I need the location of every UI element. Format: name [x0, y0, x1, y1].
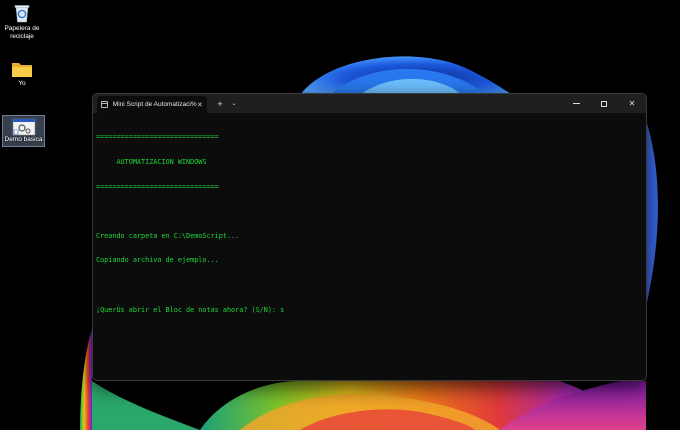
console-output[interactable]: ============================== AUTOMATIZ…	[93, 113, 646, 334]
maximize-icon	[601, 100, 607, 107]
console-prompt-line: ¡QuerÚs abrir el Bloc de notas ahora? (S…	[96, 305, 285, 314]
console-line: Creando carpeta en C:\DemoScript...	[96, 231, 240, 240]
console-line: Copiando archivo de ejemplo...	[96, 256, 219, 265]
console-line: ==============================	[96, 133, 219, 142]
shortcut-gear-icon	[12, 118, 35, 136]
terminal-icon	[101, 101, 108, 108]
minimize-button[interactable]	[562, 94, 590, 113]
tab-mini-script[interactable]: Mini Script de Automatizaci% ✕	[97, 96, 207, 113]
close-icon: ✕	[628, 99, 636, 108]
desktop-icon-label: Yo	[18, 80, 26, 87]
desktop-icon-demo-basica[interactable]: Demo basica	[2, 115, 45, 147]
tab-title: Mini Script de Automatizaci%	[112, 101, 197, 108]
close-button[interactable]: ✕	[618, 94, 646, 113]
title-bar[interactable]: Mini Script de Automatizaci% ✕ + ⌄ ✕	[93, 94, 646, 113]
desktop-icon-label: Papelera de reciclaje	[4, 25, 40, 40]
maximize-button[interactable]	[590, 94, 618, 113]
window-controls: ✕	[562, 94, 646, 113]
desktop-icon-recycle-bin[interactable]: Papelera de reciclaje	[0, 3, 44, 41]
tab-dropdown-button[interactable]: ⌄	[227, 96, 241, 113]
desktop-icon-label: Demo basica	[4, 136, 43, 143]
console-line: ==============================	[96, 182, 219, 191]
recycle-bin-icon	[14, 5, 30, 23]
console-line: AUTOMATIZACION WINDOWS	[96, 158, 207, 167]
tab-close-icon[interactable]: ✕	[197, 101, 203, 109]
terminal-window[interactable]: Mini Script de Automatizaci% ✕ + ⌄ ✕ ===…	[92, 93, 647, 381]
new-tab-button[interactable]: +	[213, 96, 227, 113]
minimize-icon	[572, 103, 580, 104]
folder-icon	[12, 63, 32, 77]
desktop-icon-yo[interactable]: Yo	[0, 60, 44, 88]
